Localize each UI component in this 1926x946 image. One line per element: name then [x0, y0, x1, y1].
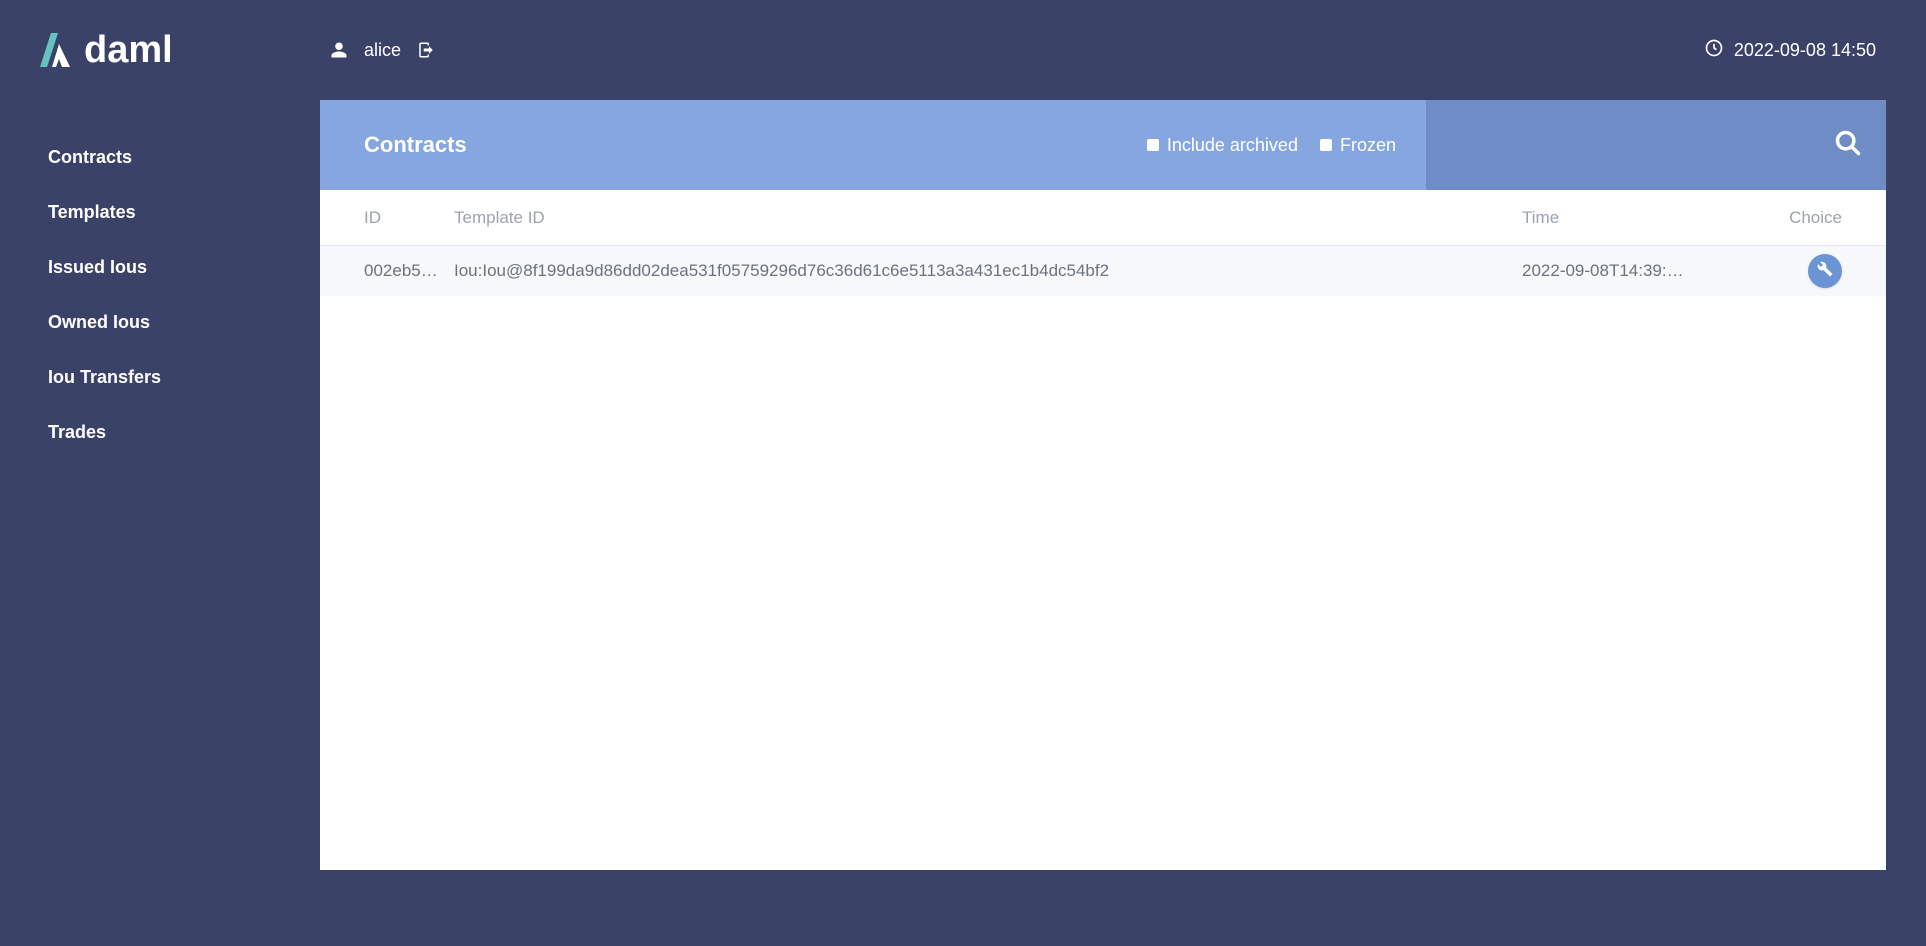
sidebar: Contracts Templates Issued Ious Owned Io… — [0, 100, 320, 946]
sidebar-item-templates[interactable]: Templates — [0, 185, 320, 240]
panel-header: Contracts Include archived Frozen — [320, 100, 1886, 190]
clock-icon — [1704, 38, 1724, 63]
sidebar-item-label: Contracts — [48, 147, 132, 167]
sidebar-item-contracts[interactable]: Contracts — [0, 130, 320, 185]
contracts-table: ID Template ID Time Choice 002eb5… Iou:I… — [320, 190, 1886, 296]
sidebar-item-label: Trades — [48, 422, 106, 442]
cell-template-id: Iou:Iou@8f199da9d86dd02dea531f05759296d7… — [454, 261, 1522, 281]
sidebar-item-owned-ious[interactable]: Owned Ious — [0, 295, 320, 350]
datetime-area: 2022-09-08 14:50 — [1704, 38, 1876, 63]
panel-header-right — [1426, 100, 1886, 190]
panel-filters: Include archived Frozen — [1147, 135, 1396, 156]
wrench-icon — [1817, 261, 1833, 282]
checkbox-box-icon — [1320, 139, 1332, 151]
contracts-panel: Contracts Include archived Frozen — [320, 100, 1886, 870]
app-logo[interactable]: daml — [40, 31, 173, 69]
logout-icon[interactable] — [417, 41, 435, 59]
user-name: alice — [364, 40, 401, 61]
sidebar-item-issued-ious[interactable]: Issued Ious — [0, 240, 320, 295]
sidebar-item-label: Issued Ious — [48, 257, 147, 277]
user-area: alice — [330, 40, 435, 61]
include-archived-checkbox[interactable]: Include archived — [1147, 135, 1298, 156]
column-header-choice: Choice — [1772, 208, 1842, 228]
layout: Contracts Templates Issued Ious Owned Io… — [0, 100, 1926, 946]
frozen-checkbox[interactable]: Frozen — [1320, 135, 1396, 156]
search-icon — [1834, 129, 1862, 162]
column-header-id[interactable]: ID — [364, 208, 454, 228]
filter-label: Frozen — [1340, 135, 1396, 156]
sidebar-item-trades[interactable]: Trades — [0, 405, 320, 460]
checkbox-box-icon — [1147, 139, 1159, 151]
column-header-time[interactable]: Time — [1522, 208, 1772, 228]
panel-title: Contracts — [364, 132, 467, 158]
cell-id: 002eb5… — [364, 261, 454, 281]
sidebar-item-iou-transfers[interactable]: Iou Transfers — [0, 350, 320, 405]
column-header-template-id[interactable]: Template ID — [454, 208, 1522, 228]
cell-choice — [1772, 254, 1842, 288]
column-header-choice-label: Choice — [1789, 208, 1842, 228]
top-bar: daml alice 2022-09-08 — [0, 0, 1926, 100]
user-icon — [330, 41, 348, 59]
table-row[interactable]: 002eb5… Iou:Iou@8f199da9d86dd02dea531f05… — [320, 246, 1886, 296]
app-name: daml — [84, 31, 173, 69]
filter-label: Include archived — [1167, 135, 1298, 156]
choice-button[interactable] — [1808, 254, 1842, 288]
sidebar-item-label: Iou Transfers — [48, 367, 161, 387]
sidebar-item-label: Owned Ious — [48, 312, 150, 332]
datetime-text: 2022-09-08 14:50 — [1734, 40, 1876, 61]
main: Contracts Include archived Frozen — [320, 100, 1926, 946]
table-header: ID Template ID Time Choice — [320, 190, 1886, 246]
panel-header-left: Contracts Include archived Frozen — [320, 100, 1426, 190]
logo-area: daml — [40, 0, 320, 100]
sidebar-item-label: Templates — [48, 202, 136, 222]
cell-time: 2022-09-08T14:39:… — [1522, 261, 1772, 281]
top-right: alice 2022-09-08 14:50 — [320, 38, 1886, 63]
search-button[interactable] — [1834, 129, 1862, 162]
logo-icon — [40, 33, 70, 67]
